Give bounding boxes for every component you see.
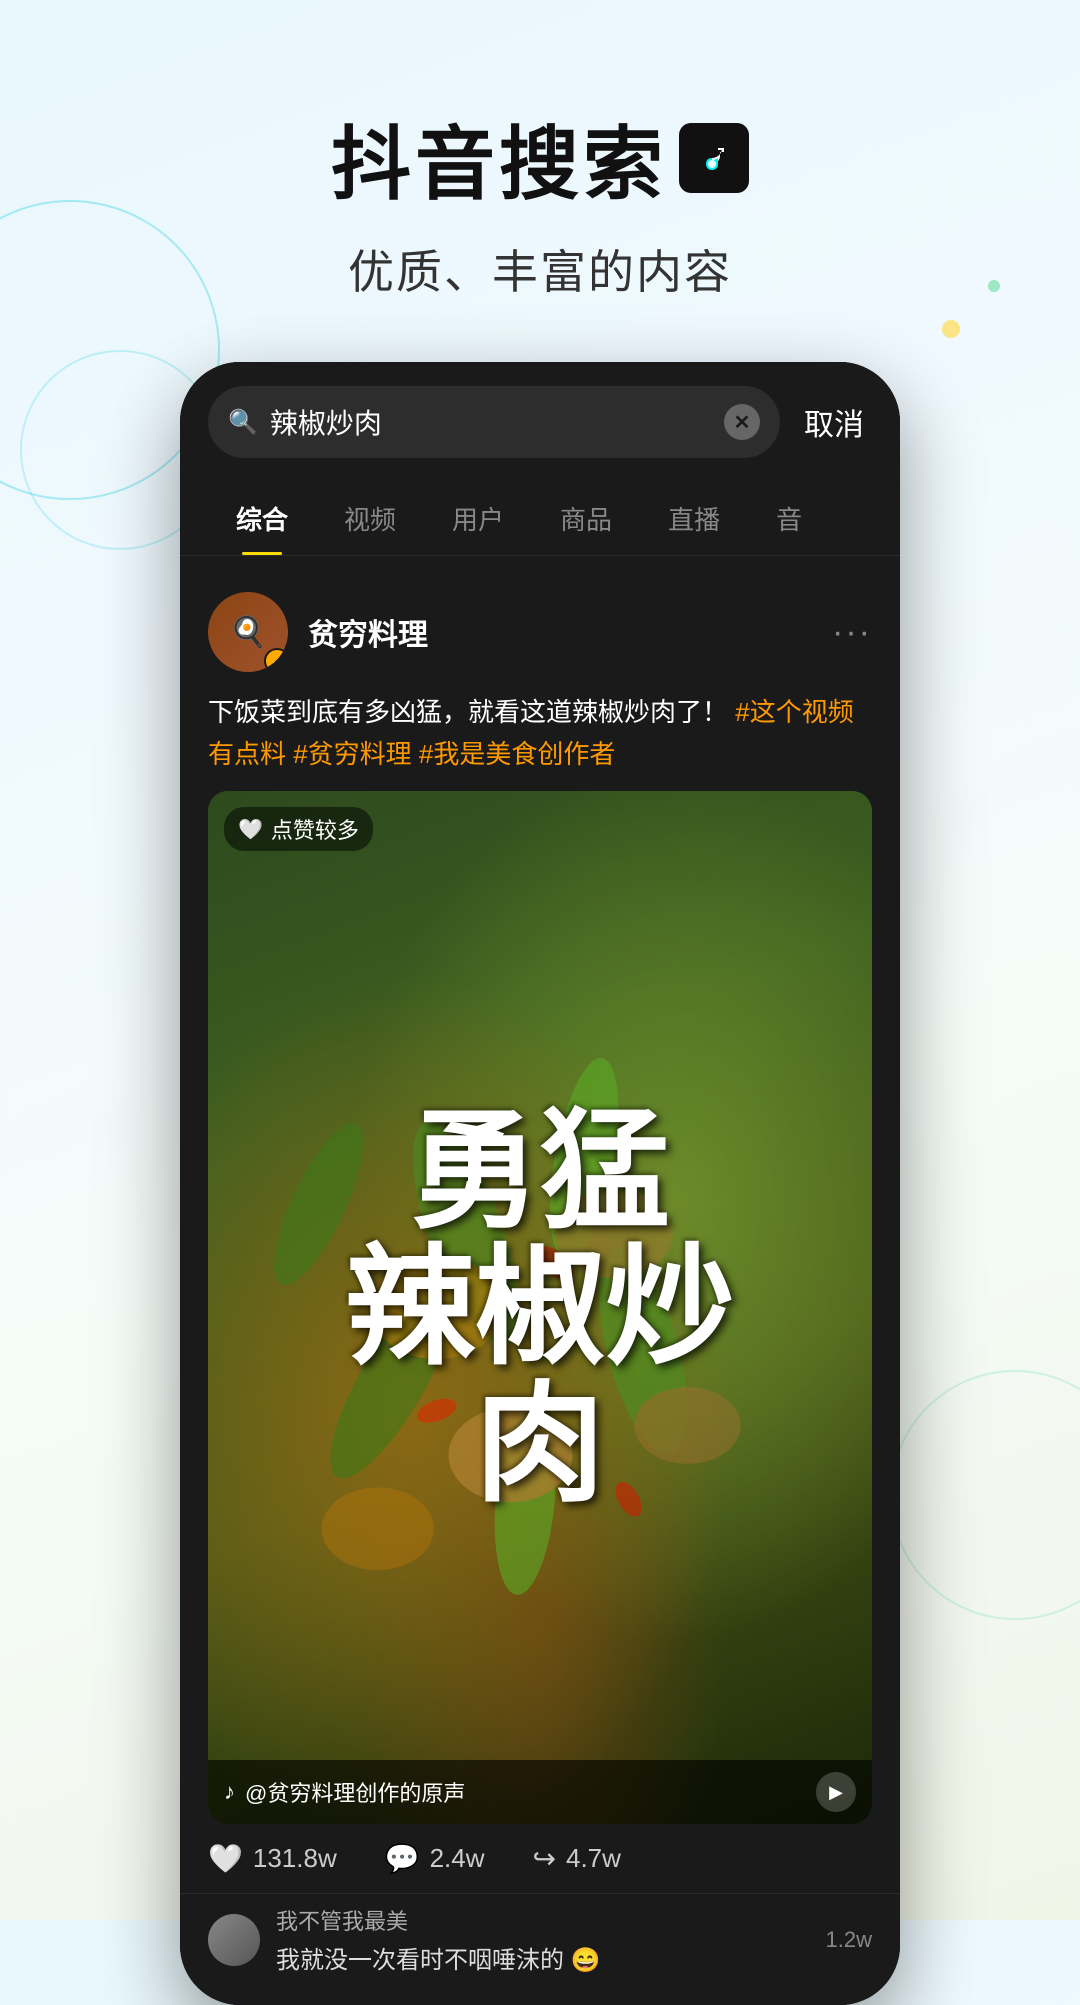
video-text-overlay: 勇猛 辣椒炒 肉 [208,791,872,1824]
comment-preview: 我不管我最美 我就没一次看时不咽唾沫的 😄 1.2w [180,1893,900,1985]
likes-stat[interactable]: 🤍 131.8w [208,1842,337,1875]
comment-count: 1.2w [826,1927,872,1953]
tab-product[interactable]: 商品 [532,482,640,555]
more-options-button[interactable]: ··· [832,613,872,652]
verified-badge-icon: ✓ [264,648,288,672]
likes-icon: 🤍 [208,1842,243,1875]
likes-count: 131.8w [253,1843,337,1874]
likes-badge: 🤍 点赞较多 [224,807,373,851]
content-area: 🍳 ✓ 贫穷料理 ··· 下饭菜到底有多凶猛，就看这道辣椒炒肉了！ #这个视频有… [180,556,900,2005]
bg-dot-green [988,280,1000,292]
phone-inner: 🔍 辣椒炒肉 ✕ 取消 综合 视频 用户 商品 [180,362,900,2005]
comment-author: 我不管我最美 [276,1904,810,1936]
shares-stat[interactable]: ↪ 4.7w [533,1842,621,1875]
tiktok-logo-icon [679,123,749,193]
stats-row: 🤍 131.8w 💬 2.4w ↪ 4.7w [180,1824,900,1893]
tiktok-sound-icon: ♪ [224,1779,235,1805]
search-input-wrapper[interactable]: 🔍 辣椒炒肉 ✕ [208,386,780,458]
sound-bar[interactable]: ♪ @贫穷料理创作的原声 ▶ [208,1760,872,1824]
video-big-text-line3: 肉 [475,1376,605,1513]
user-card: 🍳 ✓ 贫穷料理 ··· [180,576,900,688]
sound-info: ♪ @贫穷料理创作的原声 [224,1776,465,1808]
user-avatar: 🍳 ✓ [208,592,288,672]
shares-icon: ↪ [533,1842,556,1875]
phone-frame: 🔍 辣椒炒肉 ✕ 取消 综合 视频 用户 商品 [180,362,900,2005]
video-big-text-line1: 勇猛 [410,1103,670,1240]
play-button[interactable]: ▶ [816,1772,856,1812]
phone-container: 🔍 辣椒炒肉 ✕ 取消 综合 视频 用户 商品 [0,362,1080,2005]
tabs-row: 综合 视频 用户 商品 直播 音 [180,482,900,556]
video-big-text-line2: 辣椒炒 [345,1239,735,1376]
clear-button[interactable]: ✕ [724,404,760,440]
post-description: 下饭菜到底有多凶猛，就看这道辣椒炒肉了！ #这个视频有点料 #贫穷料理 #我是美… [180,688,900,791]
heart-icon: 🤍 [238,817,263,842]
comment-content: 我不管我最美 我就没一次看时不咽唾沫的 😄 [276,1904,810,1975]
search-query[interactable]: 辣椒炒肉 [270,402,712,442]
search-bar: 🔍 辣椒炒肉 ✕ 取消 [180,362,900,482]
comments-stat[interactable]: 💬 2.4w [385,1842,485,1875]
search-icon: 🔍 [228,408,258,437]
video-thumbnail: 勇猛 辣椒炒 肉 🤍 点赞较多 [208,791,872,1824]
post-text: 下饭菜到底有多凶猛，就看这道辣椒炒肉了！ [208,697,728,727]
user-name[interactable]: 贫穷料理 [308,610,428,654]
tab-audio[interactable]: 音 [748,482,830,555]
tab-user[interactable]: 用户 [424,482,532,555]
tab-comprehensive[interactable]: 综合 [208,482,316,555]
tab-video[interactable]: 视频 [316,482,424,555]
video-wrapper[interactable]: 勇猛 辣椒炒 肉 🤍 点赞较多 [208,791,872,1824]
commenter-avatar [208,1914,260,1966]
app-title: 抖音搜索 [0,100,1080,216]
bg-dot-yellow [942,320,960,338]
shares-count: 4.7w [566,1843,621,1874]
cancel-button[interactable]: 取消 [796,400,872,444]
likes-badge-text: 点赞较多 [271,813,359,845]
tab-live[interactable]: 直播 [640,482,748,555]
title-text: 抖音搜索 [331,100,667,216]
comments-count: 2.4w [430,1843,485,1874]
sound-text: @贫穷料理创作的原声 [245,1776,465,1808]
comments-icon: 💬 [385,1842,420,1875]
comment-text: 我就没一次看时不咽唾沫的 😄 [276,1940,810,1975]
